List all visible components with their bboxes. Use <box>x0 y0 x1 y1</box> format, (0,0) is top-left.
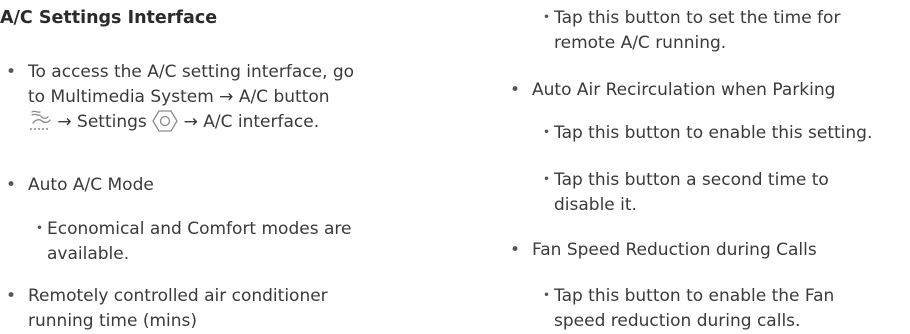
sub-text: Economical and Comfort modes are availab… <box>47 217 351 267</box>
sub-bullet-marker: ・ <box>538 8 555 28</box>
text-line: Tap this button a second time to <box>554 170 829 190</box>
text-segment: → A/C interface. <box>183 112 320 132</box>
text-line: Economical and Comfort modes are <box>47 219 352 239</box>
bullet-marker: • <box>509 80 521 100</box>
sub-text: Tap this button to set the time for remo… <box>554 6 840 56</box>
ac-fan-icon <box>28 110 52 140</box>
text-line: speed reduction during calls. <box>554 311 801 331</box>
section-title: A/C Settings Interface <box>0 8 218 28</box>
sub-text: Tap this button a second time to disable… <box>554 168 829 218</box>
bullet-text: Auto A/C Mode <box>28 175 154 195</box>
text-segment: → Settings <box>57 112 147 132</box>
bullet-marker: • <box>5 62 17 82</box>
text-line: disable it. <box>554 195 637 215</box>
manual-page: A/C Settings Interface • To access the A… <box>0 0 910 333</box>
sub-bullet-marker: ・ <box>31 219 48 239</box>
bullet-text: Auto Air Recirculation when Parking <box>532 80 836 100</box>
text-line: to Multimedia System → A/C button <box>28 87 330 107</box>
text-line: Remotely controlled air conditioner <box>28 286 328 306</box>
sub-bullet-marker: ・ <box>538 123 555 143</box>
sub-text: Tap this button to enable this setting. <box>554 123 873 143</box>
bullet-marker: • <box>5 175 17 195</box>
settings-gear-icon <box>152 110 178 140</box>
bullet-text: Fan Speed Reduction during Calls <box>532 240 817 260</box>
bullet-marker: • <box>509 240 521 260</box>
text-line: available. <box>47 244 130 264</box>
text-line: running time (mins) <box>28 311 197 331</box>
sub-text: Tap this button to enable the Fan speed … <box>554 284 834 334</box>
bullet-text: To access the A/C setting interface, go … <box>28 60 354 140</box>
text-line: → Settings → A/C interface. <box>28 110 354 140</box>
sub-bullet-marker: ・ <box>538 286 555 306</box>
sub-bullet-marker: ・ <box>538 170 555 190</box>
text-line: Tap this button to set the time for <box>554 8 841 28</box>
text-line: Tap this button to enable the Fan <box>554 286 835 306</box>
text-line: To access the A/C setting interface, go <box>28 62 355 82</box>
bullet-marker: • <box>5 286 17 306</box>
bullet-text: Remotely controlled air conditioner runn… <box>28 284 328 334</box>
text-line: remote A/C running. <box>554 33 727 53</box>
